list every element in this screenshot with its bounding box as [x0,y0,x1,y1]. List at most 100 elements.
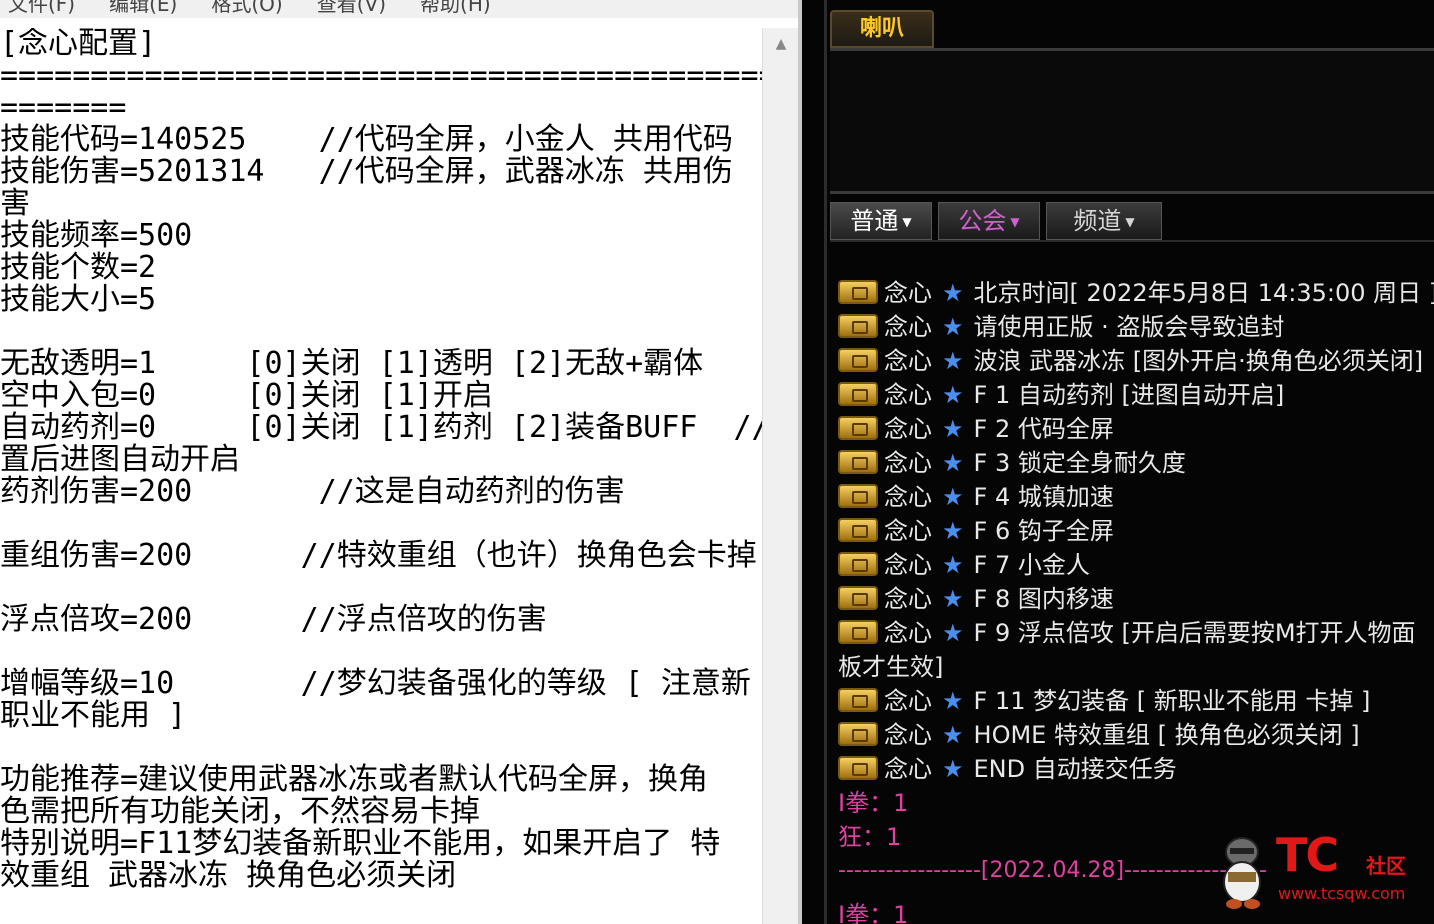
chevron-down-icon: ▼ [1125,215,1135,229]
message-sender: 念心 [884,619,932,647]
message-text: F 9 浮点倍攻 [开启后需要按M打开人物面 [973,619,1416,647]
mascot-icon [1223,837,1261,909]
menu-bar: 文件(F) 编辑(E) 格式(O) 查看(V) 帮助(H) [0,0,800,18]
star-icon: ★ [942,619,964,647]
rank-badge-icon [838,688,878,712]
star-icon: ★ [942,551,964,579]
message-sender: 念心 [884,313,932,341]
speaker-message-box [830,51,1434,194]
text-line: 自动药剂=0 [0]关闭 [1]药剂 [2]装备BUFF //设 [0,410,762,445]
message-text-continued: 板才生效] [838,653,944,681]
chevron-down-icon: ▼ [1010,215,1020,229]
scroll-up-arrow-icon[interactable]: ▲ [771,34,791,54]
text-line: 技能个数=2 [0,250,157,285]
message-sender: 念心 [884,449,932,477]
message-text: F 8 图内移速 [973,585,1114,613]
message-sender: 念心 [884,551,932,579]
rank-badge-icon [838,620,878,644]
tab-channel[interactable]: 频道 ▼ [1046,202,1162,240]
chat-message: 念心 ★ F 7 小金人 [838,548,1090,582]
text-line: [念心配置] [0,28,157,61]
chat-message: 念心 ★ F 6 钩子全屏 [838,514,1114,548]
text-line: 药剂伤害=200 //这是自动药剂的伤害 [0,474,625,509]
star-icon: ★ [942,483,964,511]
chat-message: 念心 ★ F 8 图内移速 [838,582,1114,616]
watermark-url: www.tcsqw.com [1278,884,1406,903]
chat-message: 念心 ★ F 2 代码全屏 [838,412,1114,446]
tab-guild-label: 公会 [958,207,1007,235]
message-text: 请使用正版 · 盗版会导致追封 [973,313,1285,341]
status-line: I拳：1 [838,789,909,817]
message-text: F 3 锁定全身耐久度 [973,449,1186,477]
message-text: F 7 小金人 [973,551,1090,579]
menu-view[interactable]: 查看(V) [317,0,386,18]
menu-edit[interactable]: 编辑(E) [109,0,177,18]
watermark: TC 社区 www.tcsqw.com [1212,826,1434,924]
rank-badge-icon [838,518,878,542]
text-line: 技能大小=5 [0,282,157,317]
text-line: 特别说明=F11梦幻装备新职业不能用，如果开启了 特 [0,826,721,861]
message-text: END 自动接交任务 [973,755,1177,783]
speaker-tab[interactable]: 喇叭 [830,10,934,48]
message-text: F 2 代码全屏 [973,415,1114,443]
star-icon: ★ [942,517,964,545]
text-line: 害 [0,186,30,221]
chat-message: 念心 ★ 北京时间[ 2022年5月8日 14:35:00 周日 ] [838,276,1434,310]
message-text: F 6 钩子全屏 [973,517,1114,545]
vertical-scrollbar[interactable]: ▲ [762,28,798,924]
rank-badge-icon [838,416,878,440]
message-text: F 4 城镇加速 [973,483,1114,511]
star-icon: ★ [942,347,964,375]
rank-badge-icon [838,382,878,406]
message-sender: 念心 [884,381,932,409]
chat-message: 念心 ★ F 3 锁定全身耐久度 [838,446,1186,480]
message-text: 波浪 武器冰冻 [图外开启·换角色必须关闭] [973,347,1424,375]
message-sender: 念心 [884,483,932,511]
star-icon: ★ [942,381,964,409]
text-line: 技能代码=140525 //代码全屏，小金人 共用代码 [0,122,733,157]
text-line: 技能伤害=5201314 //代码全屏，武器冰冻 共用伤 [0,154,733,189]
star-icon: ★ [942,755,964,783]
chat-message: 念心 ★ F 1 自动药剂 [进图自动开启] [838,378,1284,412]
chat-message: 念心 ★ END 自动接交任务 [838,752,1177,786]
message-text: F 11 梦幻装备 [ 新职业不能用 卡掉 ] [973,687,1371,715]
tab-normal[interactable]: 普通 ▼ [830,202,932,240]
tab-guild[interactable]: 公会 ▼ [938,202,1040,240]
tabs-underline [830,240,1434,242]
chat-message: 念心 ★ 请使用正版 · 盗版会导致追封 [838,310,1284,344]
chat-message: 念心 ★ 波浪 武器冰冻 [图外开启·换角色必须关闭] [838,344,1423,378]
rank-badge-icon [838,586,878,610]
chat-message: 念心 ★ HOME 特效重组 [ 换角色必须关闭 ] [838,718,1360,752]
status-line: 狂：1 [838,823,902,851]
message-sender: 念心 [884,721,932,749]
rank-badge-icon [838,348,878,372]
game-chat-panel: 喇叭 普通 ▼ 公会 ▼ 频道 ▼ 念心 ★ 北京时间[ 2022年5月8日 14:35:… [802,0,1434,924]
rank-badge-icon [838,450,878,474]
menu-format[interactable]: 格式(O) [211,0,282,18]
star-icon: ★ [942,585,964,613]
menu-help[interactable]: 帮助(H) [420,0,491,18]
tab-channel-label: 频道 [1073,207,1122,235]
chat-message: 念心 ★ F 4 城镇加速 [838,480,1114,514]
star-icon: ★ [942,687,964,715]
text-line: 空中入包=0 [0]关闭 [1]开启 [0,378,493,413]
message-text: 北京时间[ 2022年5月8日 14:35:00 周日 ] [973,279,1434,307]
rank-badge-icon [838,280,878,304]
text-editor-area[interactable]: [念心配置] ==================================… [0,28,762,924]
chevron-down-icon: ▼ [902,215,912,229]
text-line: 重组伤害=200 //特效重组（也许）换角色会卡掉 [0,538,757,573]
message-sender: 念心 [884,517,932,545]
rank-badge-icon [838,314,878,338]
text-line: 技能频率=500 [0,218,193,253]
rank-badge-icon [838,552,878,576]
message-text: HOME 特效重组 [ 换角色必须关闭 ] [973,721,1360,749]
text-line: 无敌透明=1 [0]关闭 [1]透明 [2]无敌+霸体 [0,346,704,381]
text-line: 增幅等级=10 //梦幻装备强化的等级 [ 注意新 [0,666,751,701]
star-icon: ★ [942,279,964,307]
text-line: ======= [0,90,127,125]
text-line: 色需把所有功能关闭，不然容易卡掉 [0,794,480,829]
menu-file[interactable]: 文件(F) [8,0,75,18]
star-icon: ★ [942,415,964,443]
rank-badge-icon [838,722,878,746]
watermark-logo: TC [1276,828,1339,882]
